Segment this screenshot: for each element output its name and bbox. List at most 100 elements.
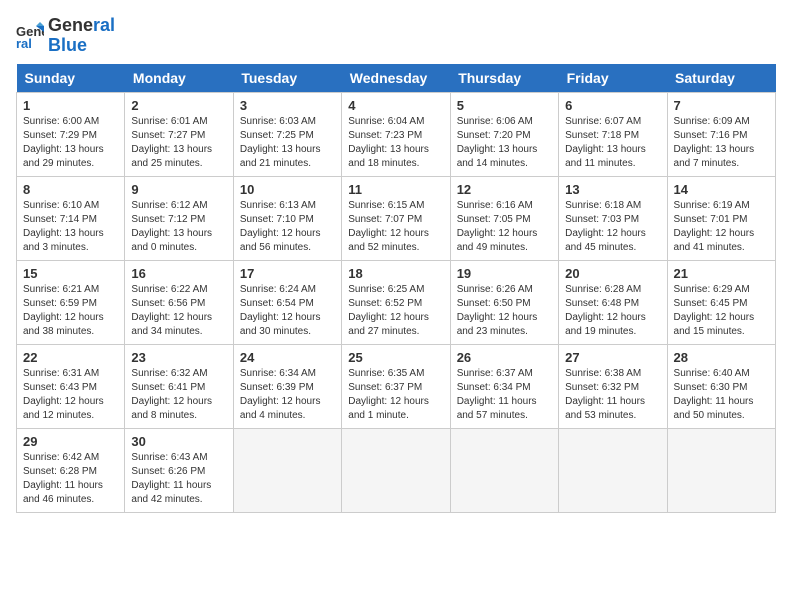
calendar-cell: 2 Sunrise: 6:01 AM Sunset: 7:27 PM Daylig… xyxy=(125,92,233,176)
cell-details: Sunrise: 6:01 AM Sunset: 7:27 PM Dayligh… xyxy=(131,115,226,171)
day-number: 16 xyxy=(131,266,226,281)
cell-details: Sunrise: 6:28 AM Sunset: 6:48 PM Dayligh… xyxy=(565,283,660,339)
calendar-cell: 15 Sunrise: 6:21 AM Sunset: 6:59 PM Dayli… xyxy=(17,260,125,344)
cell-details: Sunrise: 6:16 AM Sunset: 7:05 PM Dayligh… xyxy=(457,199,552,255)
calendar-cell: 5Sunrise: 6:06 AM Sunset: 7:20 PM Daylig… xyxy=(450,92,558,176)
cell-details: Sunrise: 6:32 AM Sunset: 6:41 PM Dayligh… xyxy=(131,367,226,423)
cell-details: Sunrise: 6:19 AM Sunset: 7:01 PM Dayligh… xyxy=(674,199,769,255)
calendar-cell: 25Sunrise: 6:35 AM Sunset: 6:37 PM Dayli… xyxy=(342,344,450,428)
calendar-cell: 14 Sunrise: 6:19 AM Sunset: 7:01 PM Dayli… xyxy=(667,176,775,260)
day-number: 21 xyxy=(674,266,769,281)
cell-details: Sunrise: 6:18 AM Sunset: 7:03 PM Dayligh… xyxy=(565,199,660,255)
logo: Gene ral GeneralBlue xyxy=(16,16,115,56)
calendar-cell: 16 Sunrise: 6:22 AM Sunset: 6:56 PM Dayli… xyxy=(125,260,233,344)
calendar-cell: 28 Sunrise: 6:40 AM Sunset: 6:30 PM Dayli… xyxy=(667,344,775,428)
calendar-cell: 18Sunrise: 6:25 AM Sunset: 6:52 PM Dayli… xyxy=(342,260,450,344)
calendar-cell: 26 Sunrise: 6:37 AM Sunset: 6:34 PM Dayli… xyxy=(450,344,558,428)
day-number: 1 xyxy=(23,98,118,113)
calendar-cell xyxy=(342,428,450,512)
cell-details: Sunrise: 6:21 AM Sunset: 6:59 PM Dayligh… xyxy=(23,283,118,339)
calendar-cell: 19 Sunrise: 6:26 AM Sunset: 6:50 PM Dayli… xyxy=(450,260,558,344)
calendar-cell xyxy=(559,428,667,512)
cell-details: Sunrise: 6:00 AM Sunset: 7:29 PM Dayligh… xyxy=(23,115,118,171)
day-number: 14 xyxy=(674,182,769,197)
cell-details: Sunrise: 6:38 AM Sunset: 6:32 PM Dayligh… xyxy=(565,367,660,423)
col-header-tuesday: Tuesday xyxy=(233,64,341,93)
week-row-5: 29 Sunrise: 6:42 AM Sunset: 6:28 PM Dayli… xyxy=(17,428,776,512)
calendar-cell: 22 Sunrise: 6:31 AM Sunset: 6:43 PM Dayli… xyxy=(17,344,125,428)
day-number: 13 xyxy=(565,182,660,197)
calendar-cell: 9 Sunrise: 6:12 AM Sunset: 7:12 PM Daylig… xyxy=(125,176,233,260)
calendar-cell: 8Sunrise: 6:10 AM Sunset: 7:14 PM Daylig… xyxy=(17,176,125,260)
calendar-cell xyxy=(450,428,558,512)
svg-text:ral: ral xyxy=(16,36,32,50)
col-header-sunday: Sunday xyxy=(17,64,125,93)
day-number: 30 xyxy=(131,434,226,449)
day-number: 2 xyxy=(131,98,226,113)
calendar-cell: 27Sunrise: 6:38 AM Sunset: 6:32 PM Dayli… xyxy=(559,344,667,428)
cell-details: Sunrise: 6:40 AM Sunset: 6:30 PM Dayligh… xyxy=(674,367,769,423)
calendar-cell: 10 Sunrise: 6:13 AM Sunset: 7:10 PM Dayli… xyxy=(233,176,341,260)
col-header-friday: Friday xyxy=(559,64,667,93)
logo-text: GeneralBlue xyxy=(48,16,115,56)
week-row-4: 22 Sunrise: 6:31 AM Sunset: 6:43 PM Dayli… xyxy=(17,344,776,428)
day-number: 28 xyxy=(674,350,769,365)
calendar-cell: 12 Sunrise: 6:16 AM Sunset: 7:05 PM Dayli… xyxy=(450,176,558,260)
day-number: 23 xyxy=(131,350,226,365)
col-header-wednesday: Wednesday xyxy=(342,64,450,93)
day-number: 22 xyxy=(23,350,118,365)
cell-details: Sunrise: 6:07 AM Sunset: 7:18 PM Dayligh… xyxy=(565,115,660,171)
cell-details: Sunrise: 6:42 AM Sunset: 6:28 PM Dayligh… xyxy=(23,451,118,507)
day-number: 4 xyxy=(348,98,443,113)
cell-details: Sunrise: 6:31 AM Sunset: 6:43 PM Dayligh… xyxy=(23,367,118,423)
calendar-cell: 11Sunrise: 6:15 AM Sunset: 7:07 PM Dayli… xyxy=(342,176,450,260)
cell-details: Sunrise: 6:43 AM Sunset: 6:26 PM Dayligh… xyxy=(131,451,226,507)
week-row-3: 15 Sunrise: 6:21 AM Sunset: 6:59 PM Dayli… xyxy=(17,260,776,344)
day-number: 19 xyxy=(457,266,552,281)
col-header-monday: Monday xyxy=(125,64,233,93)
cell-details: Sunrise: 6:29 AM Sunset: 6:45 PM Dayligh… xyxy=(674,283,769,339)
day-number: 7 xyxy=(674,98,769,113)
cell-details: Sunrise: 6:03 AM Sunset: 7:25 PM Dayligh… xyxy=(240,115,335,171)
cell-details: Sunrise: 6:15 AM Sunset: 7:07 PM Dayligh… xyxy=(348,199,443,255)
week-row-2: 8Sunrise: 6:10 AM Sunset: 7:14 PM Daylig… xyxy=(17,176,776,260)
calendar-cell: 6 Sunrise: 6:07 AM Sunset: 7:18 PM Daylig… xyxy=(559,92,667,176)
cell-details: Sunrise: 6:06 AM Sunset: 7:20 PM Dayligh… xyxy=(457,115,552,171)
calendar-cell: 20 Sunrise: 6:28 AM Sunset: 6:48 PM Dayli… xyxy=(559,260,667,344)
calendar-table: SundayMondayTuesdayWednesdayThursdayFrid… xyxy=(16,64,776,513)
day-number: 8 xyxy=(23,182,118,197)
cell-details: Sunrise: 6:37 AM Sunset: 6:34 PM Dayligh… xyxy=(457,367,552,423)
cell-details: Sunrise: 6:26 AM Sunset: 6:50 PM Dayligh… xyxy=(457,283,552,339)
cell-details: Sunrise: 6:04 AM Sunset: 7:23 PM Dayligh… xyxy=(348,115,443,171)
cell-details: Sunrise: 6:24 AM Sunset: 6:54 PM Dayligh… xyxy=(240,283,335,339)
calendar-cell: 17Sunrise: 6:24 AM Sunset: 6:54 PM Dayli… xyxy=(233,260,341,344)
calendar-cell: 13 Sunrise: 6:18 AM Sunset: 7:03 PM Dayli… xyxy=(559,176,667,260)
day-number: 9 xyxy=(131,182,226,197)
day-number: 26 xyxy=(457,350,552,365)
calendar-cell: 7 Sunrise: 6:09 AM Sunset: 7:16 PM Daylig… xyxy=(667,92,775,176)
calendar-cell: 23 Sunrise: 6:32 AM Sunset: 6:41 PM Dayli… xyxy=(125,344,233,428)
cell-details: Sunrise: 6:12 AM Sunset: 7:12 PM Dayligh… xyxy=(131,199,226,255)
cell-details: Sunrise: 6:22 AM Sunset: 6:56 PM Dayligh… xyxy=(131,283,226,339)
day-number: 6 xyxy=(565,98,660,113)
logo-icon: Gene ral xyxy=(16,22,44,50)
cell-details: Sunrise: 6:09 AM Sunset: 7:16 PM Dayligh… xyxy=(674,115,769,171)
cell-details: Sunrise: 6:34 AM Sunset: 6:39 PM Dayligh… xyxy=(240,367,335,423)
cell-details: Sunrise: 6:25 AM Sunset: 6:52 PM Dayligh… xyxy=(348,283,443,339)
day-number: 29 xyxy=(23,434,118,449)
col-header-thursday: Thursday xyxy=(450,64,558,93)
calendar-cell: 24 Sunrise: 6:34 AM Sunset: 6:39 PM Dayli… xyxy=(233,344,341,428)
day-number: 20 xyxy=(565,266,660,281)
day-number: 15 xyxy=(23,266,118,281)
day-number: 12 xyxy=(457,182,552,197)
calendar-cell: 3 Sunrise: 6:03 AM Sunset: 7:25 PM Daylig… xyxy=(233,92,341,176)
header-row: SundayMondayTuesdayWednesdayThursdayFrid… xyxy=(17,64,776,93)
calendar-cell: 30 Sunrise: 6:43 AM Sunset: 6:26 PM Dayli… xyxy=(125,428,233,512)
calendar-cell: 21 Sunrise: 6:29 AM Sunset: 6:45 PM Dayli… xyxy=(667,260,775,344)
day-number: 3 xyxy=(240,98,335,113)
calendar-cell: 1 Sunrise: 6:00 AM Sunset: 7:29 PM Daylig… xyxy=(17,92,125,176)
day-number: 10 xyxy=(240,182,335,197)
calendar-cell: 4 Sunrise: 6:04 AM Sunset: 7:23 PM Daylig… xyxy=(342,92,450,176)
day-number: 24 xyxy=(240,350,335,365)
cell-details: Sunrise: 6:13 AM Sunset: 7:10 PM Dayligh… xyxy=(240,199,335,255)
